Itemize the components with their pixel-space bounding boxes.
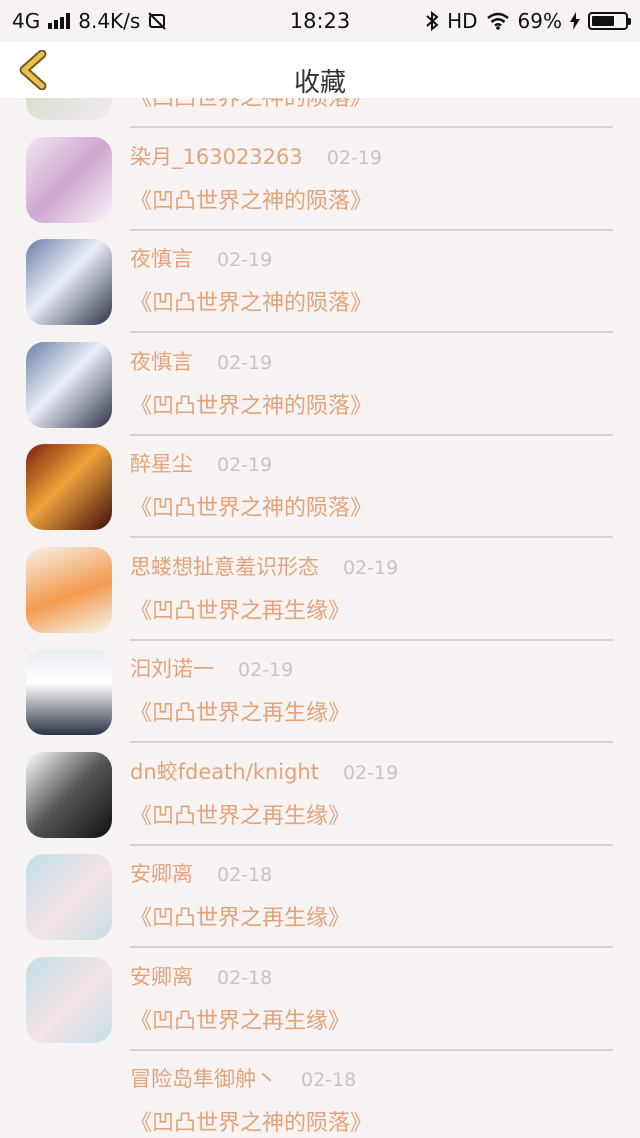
item-date: 02-18 (217, 966, 273, 989)
avatar[interactable] (26, 956, 112, 1043)
avatar[interactable] (26, 98, 112, 120)
item-header: 染月_163023263 02-19 (130, 141, 382, 171)
item-header: 夜慎言 02-19 (130, 243, 272, 273)
list-item[interactable]: 醉星尘 02-19 《凹凸世界之神的陨落》 (0, 438, 640, 541)
item-header: 安卿离 02-18 (130, 858, 272, 888)
user-name[interactable]: 醉星尘 (130, 452, 193, 476)
user-name[interactable]: 夜慎言 (130, 247, 193, 271)
item-date: 02-19 (342, 761, 399, 784)
status-time: 18:23 (289, 9, 351, 33)
divider (130, 331, 613, 333)
avatar[interactable] (26, 854, 112, 940)
no-data-icon (148, 12, 167, 30)
work-title[interactable]: 《凹凸世界之神的陨落》 (130, 490, 372, 522)
item-header: 夜慎言 02-19 (130, 346, 272, 376)
item-header: 安卿离 02-18 (130, 961, 272, 991)
user-name[interactable]: 安卿离 (130, 965, 193, 989)
work-title[interactable]: 《凹凸世界之神的陨落》 (130, 285, 372, 317)
favorites-list[interactable]: 《凹凸世界之神的陨落》 染月_163023263 02-19 《凹凸世界之神的陨落… (0, 98, 640, 1138)
item-date: 02-19 (217, 351, 273, 374)
list-item[interactable]: 染月_163023263 02-19 《凹凸世界之神的陨落》 (0, 131, 640, 234)
hd-label: HD (447, 9, 478, 33)
divider (130, 741, 613, 743)
list-item[interactable]: 夜慎言 02-19 《凹凸世界之神的陨落》 (0, 336, 640, 439)
user-name[interactable]: dn蛟fdeath/knight (130, 760, 319, 784)
item-date: 02-18 (217, 864, 273, 886)
item-date: 02-19 (238, 659, 294, 681)
status-left: 4G 8.4K/s (12, 9, 272, 33)
divider (130, 843, 613, 846)
battery-icon (588, 12, 631, 30)
divider (130, 946, 613, 948)
avatar[interactable] (26, 649, 112, 735)
avatar[interactable] (26, 546, 112, 633)
user-name[interactable]: 安卿离 (130, 862, 193, 886)
user-name[interactable]: 汩刘诺一 (130, 657, 214, 681)
avatar[interactable] (26, 1059, 112, 1138)
divider (130, 126, 613, 128)
divider (130, 536, 613, 538)
status-right: HD 69% (368, 9, 631, 33)
avatar[interactable] (26, 136, 112, 223)
network-speed: 8.4K/s (78, 9, 141, 33)
item-header: 醉星尘 02-19 (130, 448, 272, 478)
work-title[interactable]: 《凹凸世界之再生缘》 (130, 798, 350, 830)
avatar[interactable] (26, 239, 112, 325)
item-date: 02-18 (301, 1069, 357, 1091)
item-date: 02-19 (326, 146, 382, 169)
network-label: 4G (12, 9, 41, 33)
work-title[interactable]: 《凹凸世界之再生缘》 (130, 593, 350, 625)
list-item[interactable]: 夜慎言 02-19 《凹凸世界之神的陨落》 (0, 233, 640, 336)
nav-bar: 收藏 (0, 42, 640, 98)
list-item[interactable]: 汩刘诺一 02-19 《凹凸世界之再生缘》 (0, 643, 640, 746)
work-title[interactable]: 《凹凸世界之神的陨落》 (130, 98, 372, 112)
item-header: dn蛟fdeath/knight 02-19 (130, 756, 398, 786)
work-title[interactable]: 《凹凸世界之再生缘》 (130, 695, 350, 727)
work-title[interactable]: 《凹凸世界之神的陨落》 (130, 388, 372, 420)
divider (130, 1048, 613, 1051)
work-title[interactable]: 《凹凸世界之神的陨落》 (130, 183, 372, 215)
list-item[interactable]: 《凹凸世界之神的陨落》 (0, 98, 640, 131)
item-header: 汩刘诺一 02-19 (130, 653, 293, 683)
item-header: 思蝼想扯意羞识形态 02-19 (130, 551, 398, 581)
list-item[interactable]: 冒险岛隼御舯丶 02-18 《凹凸世界之神的陨落》 (0, 1053, 640, 1138)
work-title[interactable]: 《凹凸世界之再生缘》 (130, 1003, 350, 1035)
user-name[interactable]: 冒险岛隼御舯丶 (130, 1067, 277, 1091)
signal-icon (48, 13, 71, 29)
user-name[interactable]: 夜慎言 (130, 350, 193, 374)
list-item[interactable]: dn蛟fdeath/knight 02-19 《凹凸世界之再生缘》 (0, 746, 640, 849)
list-item[interactable]: 安卿离 02-18 《凹凸世界之再生缘》 (0, 848, 640, 951)
list-item[interactable]: 安卿离 02-18 《凹凸世界之再生缘》 (0, 951, 640, 1054)
user-name[interactable]: 思蝼想扯意羞识形态 (130, 555, 319, 579)
battery-percent: 69% (517, 9, 562, 33)
avatar[interactable] (26, 341, 112, 428)
user-name[interactable]: 染月_163023263 (130, 145, 303, 169)
item-date: 02-19 (217, 249, 273, 271)
favorites-list-inner: 《凹凸世界之神的陨落》 染月_163023263 02-19 《凹凸世界之神的陨落… (0, 98, 640, 1138)
avatar[interactable] (26, 751, 112, 838)
item-date: 02-19 (217, 454, 273, 476)
work-title[interactable]: 《凹凸世界之再生缘》 (130, 900, 350, 932)
divider (130, 228, 613, 231)
wifi-icon (486, 12, 509, 30)
status-bar: 4G 8.4K/s 18:23 HD 69% (0, 0, 640, 42)
list-item[interactable]: 思蝼想扯意羞识形态 02-19 《凹凸世界之再生缘》 (0, 541, 640, 644)
item-header: 冒险岛隼御舯丶 02-18 (130, 1063, 356, 1093)
battery-fill (592, 16, 615, 26)
work-title[interactable]: 《凹凸世界之神的陨落》 (130, 1105, 372, 1137)
item-date: 02-19 (343, 556, 399, 579)
charging-icon (570, 12, 580, 30)
divider (130, 433, 613, 436)
bluetooth-icon (426, 11, 439, 31)
page-title: 收藏 (293, 68, 346, 98)
avatar[interactable] (26, 444, 112, 530)
divider (130, 638, 613, 641)
